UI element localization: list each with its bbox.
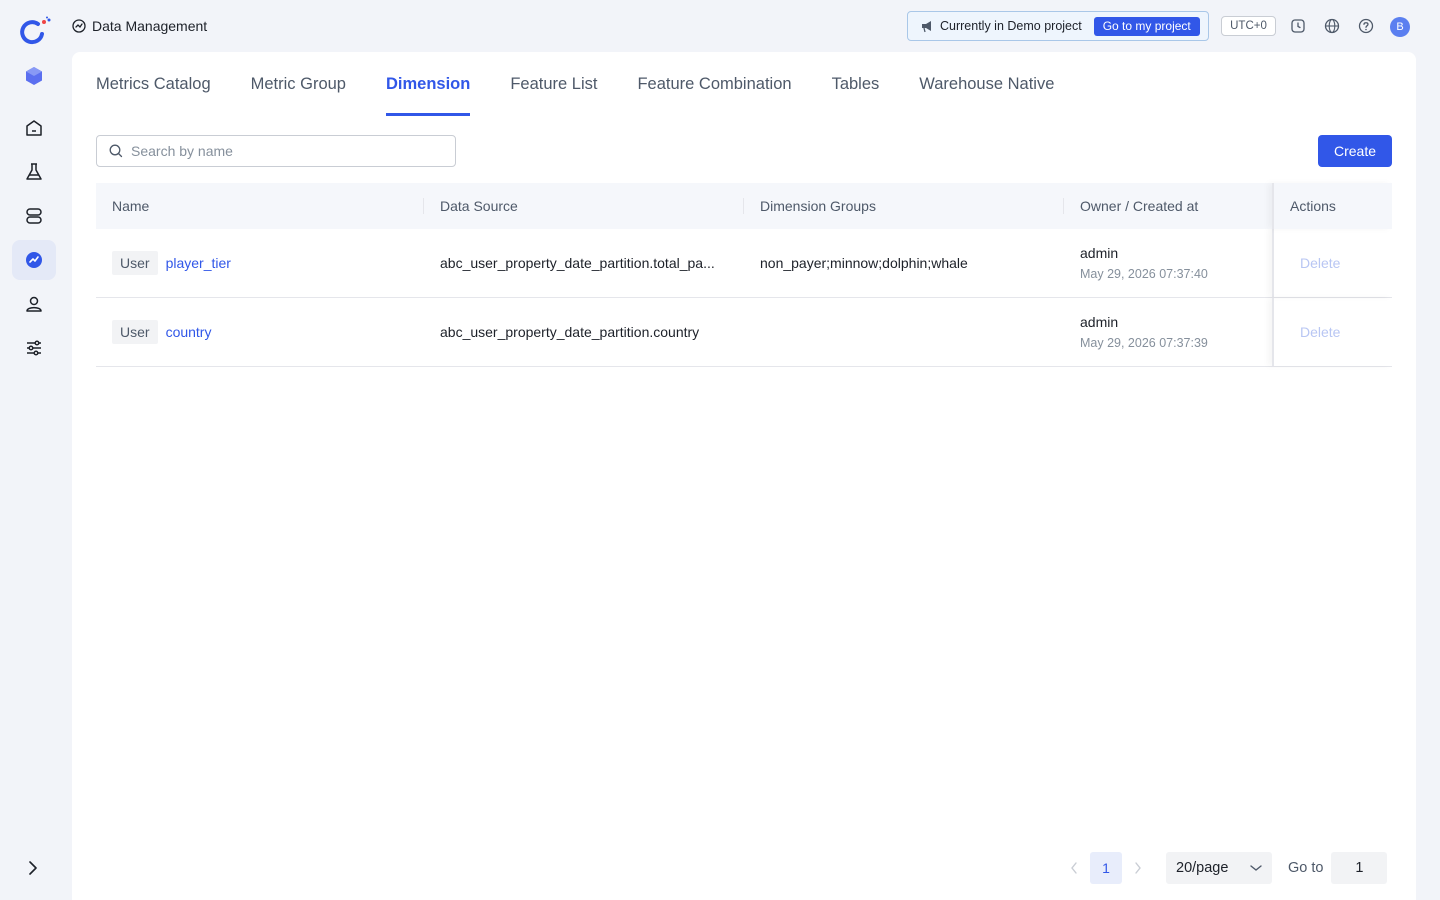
dimension-groups-cell: non_payer;minnow;dolphin;whale bbox=[760, 255, 968, 271]
table-header: Name Data Source Dimension Groups Owner … bbox=[96, 183, 1392, 229]
sidebar-item-project[interactable] bbox=[12, 56, 56, 96]
tab-bar: Metrics Catalog Metric Group Dimension F… bbox=[96, 52, 1094, 116]
avatar[interactable]: B bbox=[1390, 17, 1410, 37]
sidebar-item-users[interactable] bbox=[12, 284, 56, 324]
column-header-label: Data Source bbox=[440, 198, 518, 214]
pagination: 1 20/page Go to 1 bbox=[1062, 852, 1388, 884]
table-row: User country abc_user_property_date_part… bbox=[96, 298, 1392, 367]
data-management-outline-icon bbox=[72, 19, 86, 33]
tab-metric-group[interactable]: Metric Group bbox=[251, 52, 346, 116]
tab-metrics-catalog[interactable]: Metrics Catalog bbox=[96, 52, 211, 116]
data-source-cell: abc_user_property_date_partition.country bbox=[424, 298, 744, 366]
tab-feature-combination[interactable]: Feature Combination bbox=[637, 52, 791, 116]
page-title: Data Management bbox=[72, 16, 207, 36]
search-box bbox=[96, 135, 456, 167]
globe-icon bbox=[1324, 18, 1340, 34]
data-source-text: abc_user_property_date_partition.country bbox=[440, 324, 700, 340]
data-source-text: abc_user_property_date_partition.total_p… bbox=[440, 255, 715, 271]
user-icon bbox=[26, 296, 42, 312]
chevron-down-icon bbox=[1250, 865, 1262, 871]
owner-cell: admin May 29, 2026 07:37:39 bbox=[1064, 298, 1272, 366]
column-header-dimension-groups: Dimension Groups bbox=[744, 183, 1064, 229]
sidebar-item-experiments[interactable] bbox=[12, 152, 56, 192]
search-icon bbox=[109, 144, 123, 158]
column-header-owner: Owner / Created at bbox=[1064, 183, 1272, 229]
goto-page-input[interactable]: 1 bbox=[1331, 852, 1388, 884]
actions-cell: Delete bbox=[1272, 298, 1392, 366]
sliders-icon bbox=[27, 340, 41, 356]
help-icon bbox=[1358, 18, 1374, 34]
dimension-name-link[interactable]: player_tier bbox=[166, 255, 231, 271]
sidebar-item-home[interactable] bbox=[12, 108, 56, 148]
name-cell: User player_tier bbox=[96, 229, 424, 297]
column-header-label: Actions bbox=[1290, 198, 1336, 214]
sidebar-item-data-management[interactable] bbox=[12, 240, 56, 280]
chevron-left-icon bbox=[1071, 862, 1077, 874]
next-page-button[interactable] bbox=[1126, 852, 1150, 884]
search-input[interactable] bbox=[131, 143, 431, 159]
tab-dimension[interactable]: Dimension bbox=[385, 52, 471, 116]
sidebar-item-data[interactable] bbox=[12, 196, 56, 236]
home-icon bbox=[26, 120, 42, 136]
owner-cell: admin May 29, 2026 07:37:40 bbox=[1064, 229, 1272, 297]
sidebar-item-settings[interactable] bbox=[12, 328, 56, 368]
timezone-button[interactable]: UTC+0 bbox=[1221, 16, 1276, 36]
table-row: User player_tier abc_user_property_date_… bbox=[96, 229, 1392, 298]
data-source-cell: abc_user_property_date_partition.total_p… bbox=[424, 229, 744, 297]
tab-warehouse-native[interactable]: Warehouse Native bbox=[919, 52, 1054, 116]
clock-button[interactable] bbox=[1289, 17, 1307, 35]
entity-tag: User bbox=[112, 320, 158, 344]
owner-name: admin bbox=[1080, 314, 1119, 330]
demo-banner: Currently in Demo project Go to my proje… bbox=[907, 11, 1209, 41]
language-button[interactable] bbox=[1323, 17, 1341, 35]
created-at: May 29, 2026 07:37:40 bbox=[1080, 267, 1208, 281]
help-button[interactable] bbox=[1357, 17, 1375, 35]
chevron-right-icon bbox=[29, 861, 37, 875]
go-to-my-project-button[interactable]: Go to my project bbox=[1093, 16, 1200, 36]
data-management-icon bbox=[26, 252, 42, 268]
dimension-groups-cell bbox=[744, 298, 1064, 366]
sidebar bbox=[0, 0, 66, 900]
page-size-value: 20/page bbox=[1176, 860, 1229, 876]
goto-label: Go to bbox=[1288, 860, 1324, 876]
database-icon bbox=[26, 208, 42, 224]
cube-icon bbox=[26, 67, 42, 85]
tab-tables[interactable]: Tables bbox=[832, 52, 880, 116]
page-size-select[interactable]: 20/page bbox=[1166, 852, 1272, 884]
column-header-label: Owner / Created at bbox=[1080, 198, 1199, 214]
actions-cell: Delete bbox=[1272, 229, 1392, 297]
clock-icon bbox=[1291, 19, 1305, 33]
column-header-name: Name bbox=[96, 183, 424, 229]
demo-banner-text: Currently in Demo project bbox=[940, 19, 1082, 33]
column-header-actions: Actions bbox=[1272, 183, 1392, 229]
name-cell: User country bbox=[96, 298, 424, 366]
column-header-label: Name bbox=[112, 198, 150, 214]
created-at: May 29, 2026 07:37:39 bbox=[1080, 336, 1208, 350]
dimension-name-link[interactable]: country bbox=[166, 324, 212, 340]
page-title-text: Data Management bbox=[92, 18, 208, 34]
create-button[interactable]: Create bbox=[1318, 135, 1392, 167]
owner-name: admin bbox=[1080, 245, 1119, 261]
page-number-button[interactable]: 1 bbox=[1090, 852, 1122, 884]
chevron-right-icon bbox=[1135, 862, 1141, 874]
delete-button[interactable]: Delete bbox=[1290, 324, 1340, 340]
delete-button[interactable]: Delete bbox=[1290, 255, 1340, 271]
main-card: Metrics Catalog Metric Group Dimension F… bbox=[72, 52, 1416, 900]
column-header-label: Dimension Groups bbox=[760, 198, 876, 214]
tab-feature-list[interactable]: Feature List bbox=[510, 52, 597, 116]
dimension-table: Name Data Source Dimension Groups Owner … bbox=[96, 183, 1392, 367]
column-header-data-source: Data Source bbox=[424, 183, 744, 229]
prev-page-button[interactable] bbox=[1062, 852, 1086, 884]
flask-icon bbox=[26, 163, 42, 180]
megaphone-icon bbox=[922, 21, 931, 33]
app-logo[interactable] bbox=[18, 16, 52, 46]
entity-tag: User bbox=[112, 251, 158, 275]
sidebar-expand-button[interactable] bbox=[22, 858, 44, 878]
